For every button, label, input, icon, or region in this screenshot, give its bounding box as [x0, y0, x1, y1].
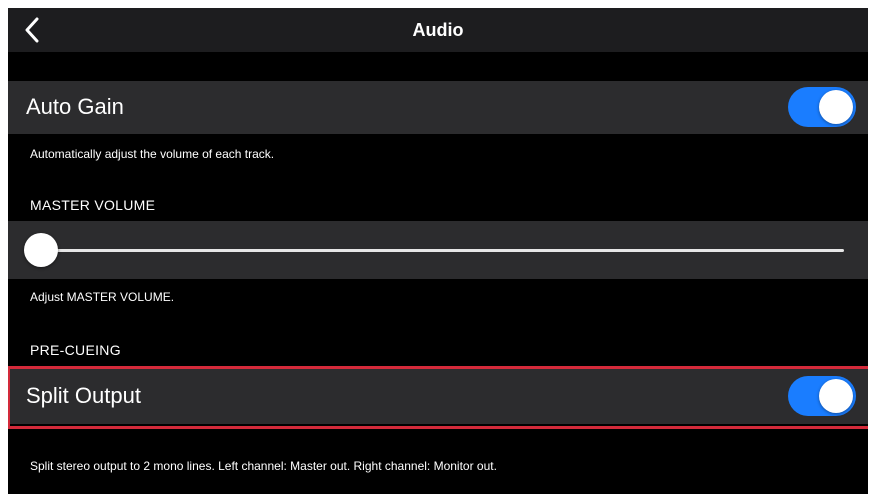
split-output-label: Split Output: [26, 383, 141, 408]
toggle-knob: [819, 90, 853, 124]
pre-cueing-header: PRE-CUEING: [30, 342, 121, 358]
master-volume-slider[interactable]: [24, 233, 844, 267]
master-volume-header: MASTER VOLUME: [30, 197, 156, 213]
toggle-knob: [819, 379, 853, 413]
chevron-left-icon: [25, 17, 39, 43]
auto-gain-toggle[interactable]: [788, 87, 856, 127]
auto-gain-caption: Automatically adjust the volume of each …: [30, 147, 275, 161]
page-title: Audio: [412, 20, 464, 40]
split-output-row: Split Output: [8, 369, 868, 424]
audio-settings-screen: Audio Auto Gain Automatically adjust the…: [8, 8, 868, 494]
slider-thumb[interactable]: [24, 233, 58, 267]
back-button[interactable]: [16, 14, 48, 46]
slider-track: [30, 249, 844, 252]
auto-gain-row: Auto Gain: [8, 81, 868, 134]
master-volume-row: [8, 221, 868, 279]
split-output-caption: Split stereo output to 2 mono lines. Lef…: [30, 459, 497, 473]
master-volume-caption: Adjust MASTER VOLUME.: [30, 290, 175, 304]
navigation-bar: Audio: [8, 8, 868, 52]
auto-gain-label: Auto Gain: [26, 94, 124, 119]
split-output-toggle[interactable]: [788, 376, 856, 416]
